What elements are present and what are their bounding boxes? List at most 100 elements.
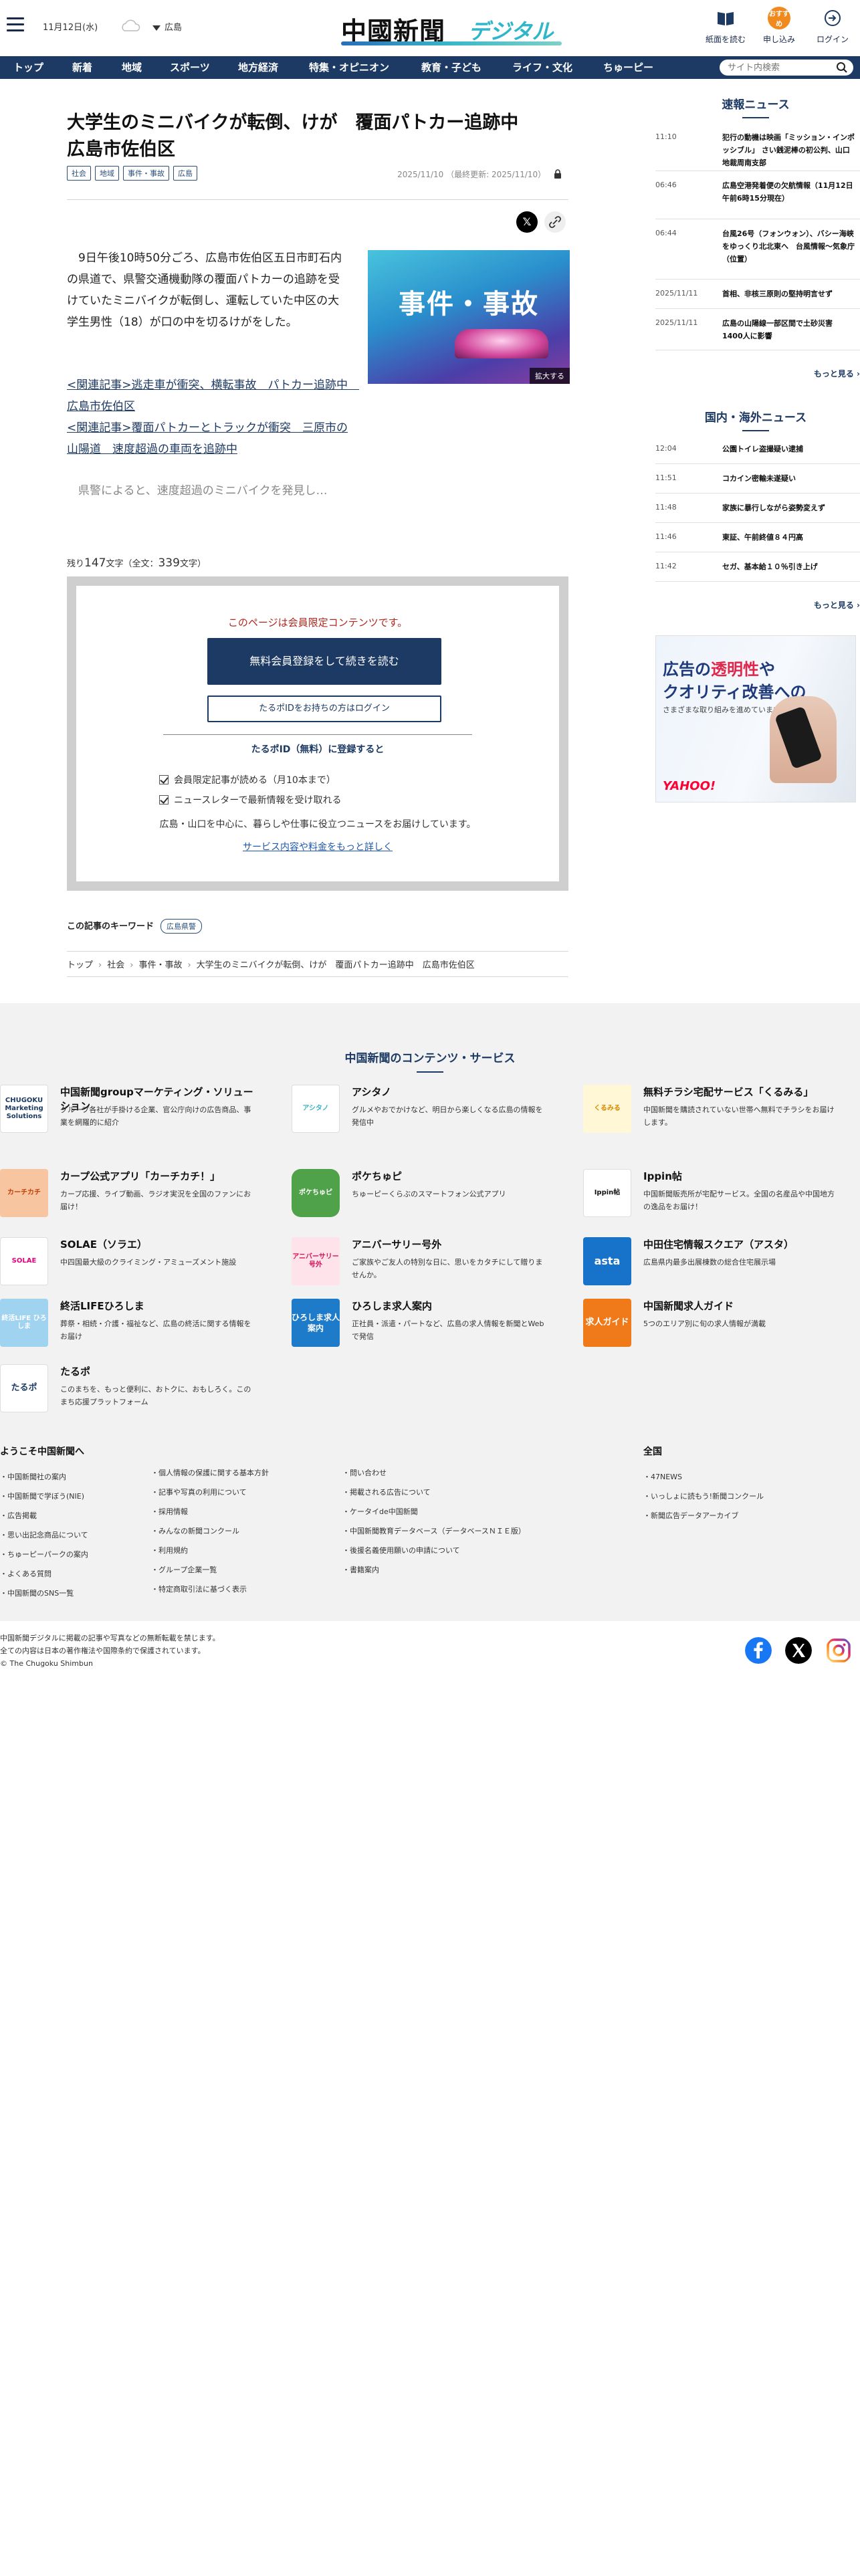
news-item[interactable]: 2025/11/11 首相、非核三原則の堅持明言せず	[655, 280, 860, 309]
news-item[interactable]: 2025/11/11 広島の山陽線一部区間で土砂災害 1400人に影響	[655, 309, 860, 350]
article-photo[interactable]: 事件・事故 拡大する	[368, 250, 570, 384]
breadcrumb-current: 大学生のミニバイクが転倒、けが 覆面パトカー追跡中 広島市佐伯区	[196, 960, 475, 970]
divider	[67, 199, 568, 200]
news-item[interactable]: 11:46 東証、午前終値８４円高	[655, 523, 860, 552]
footer-link[interactable]: 利用規約	[151, 1541, 269, 1560]
paywall-panel: このページは会員限定コンテンツです。 無料会員登録をして続きを読む たるポIDを…	[76, 586, 559, 881]
facebook-icon[interactable]	[745, 1637, 772, 1664]
keyword-tag[interactable]: 広島県警	[160, 919, 203, 934]
footer-link[interactable]: 掲載される広告について	[342, 1483, 526, 1502]
nav-item-top[interactable]: トップ	[13, 56, 43, 79]
footer-link[interactable]: 採用情報	[151, 1502, 269, 1521]
cloud-icon	[122, 19, 140, 31]
paywall: このページは会員限定コンテンツです。 無料会員登録をして続きを読む たるポIDを…	[67, 576, 568, 891]
footer-link[interactable]: 問い合わせ	[342, 1463, 526, 1483]
footer-link[interactable]: 個人情報の保護に関する基本方針	[151, 1463, 269, 1483]
footer-link[interactable]: 中国新聞で学ぼう(NIE)	[0, 1487, 88, 1506]
login-button[interactable]: ログイン	[809, 7, 856, 48]
nav-item-economy[interactable]: 地方経済	[238, 56, 278, 79]
instagram-icon[interactable]	[825, 1637, 852, 1664]
related-link[interactable]: <関連記事>逃走車が衝突、横転事故 パトカー追跡中 広島市佐伯区	[67, 374, 359, 417]
more-breaking-link[interactable]: もっと見る ›	[814, 368, 860, 379]
subscribe-button[interactable]: おすすめ 申し込み	[756, 7, 802, 48]
service-item[interactable]: くるみる 無料チラシ宅配サービス「くるみる」 中国新聞を購読されていない世帯へ無…	[583, 1085, 837, 1145]
service-details-link[interactable]: サービス内容や料金をもっと詳しく	[76, 840, 559, 853]
fade-overlay	[67, 502, 350, 523]
footer-link[interactable]: グループ企業一覧	[151, 1560, 269, 1580]
tag-hiroshima[interactable]: 広島	[173, 166, 197, 181]
service-item[interactable]: アニバーサリー号外 アニバーサリー号外 ご家族やご友人の特別な日に、思いをカタチ…	[292, 1237, 546, 1297]
check-icon	[159, 775, 169, 784]
x-icon[interactable]	[785, 1637, 812, 1664]
ad-banner[interactable]: 広告の透明性や クオリティ改善への さまざまな取り組みを進めています。 YAHO…	[655, 635, 856, 802]
footer-link[interactable]: 中国新聞社の案内	[0, 1467, 88, 1487]
footer-link[interactable]: よくある質問	[0, 1564, 88, 1584]
region-selector[interactable]: 広島	[152, 20, 182, 33]
site-logo[interactable]: 中國新聞 デジタル	[341, 8, 562, 46]
tag-incident[interactable]: 事件・事故	[123, 166, 169, 181]
search-icon[interactable]	[836, 62, 848, 74]
breadcrumb-item[interactable]: 事件・事故	[138, 960, 182, 970]
news-item[interactable]: 11:42 セガ、基本給１０％引き上げ	[655, 552, 860, 582]
news-item[interactable]: 11:10 犯行の動機は映画「ミッション・インポッシブル」 さい銭泥棒の初公判、山…	[655, 123, 860, 171]
service-item[interactable]: カーチカチ カープ公式アプリ「カーチカチ！」 カープ応援、ライブ動画、ラジオ実況…	[0, 1169, 254, 1229]
service-item[interactable]: たるポ たるポ このまちを、もっと便利に、おトクに、おもしろく。このまち応援プラ…	[0, 1364, 254, 1424]
news-item[interactable]: 12:04 公園トイレ盗撮疑い逮捕	[655, 435, 860, 464]
header-date: 11月12日(水)	[43, 23, 98, 33]
tag-society[interactable]: 社会	[67, 166, 91, 181]
nav-item-education[interactable]: 教育・子ども	[421, 56, 481, 79]
news-item[interactable]: 11:48 家族に暴行しながら姿勢変えず	[655, 494, 860, 523]
link-copy-icon[interactable]	[544, 211, 566, 233]
footer-link[interactable]: 中国新聞教育データベース（データベースＮＩＥ版）	[342, 1521, 526, 1541]
search-input[interactable]	[720, 60, 827, 76]
nav-item-new[interactable]: 新着	[72, 56, 92, 79]
footer-link[interactable]: 新聞広告データアーカイブ	[643, 1506, 764, 1525]
service-item[interactable]: SOLAE SOLAE（ソラエ） 中四国最大級のクライミング・アミューズメント施…	[0, 1237, 254, 1297]
read-paper-button[interactable]: 紙面を読む	[702, 7, 749, 48]
nav-item-sports[interactable]: スポーツ	[170, 56, 210, 79]
enlarge-button[interactable]: 拡大する	[530, 368, 570, 384]
article-teaser: 県警によると、速度超過のミニバイクを発見し…	[78, 484, 328, 498]
news-item[interactable]: 06:46 広島空港発着便の欠航情報（11月12日午前6時15分現在）	[655, 171, 860, 219]
service-item[interactable]: 求人ガイド 中国新聞求人ガイド 5つのエリア別に旬の求人情報が満載	[583, 1299, 837, 1359]
footer-link[interactable]: みんなの新聞コンクール	[151, 1521, 269, 1541]
footer-link[interactable]: 中国新聞のSNS一覧	[0, 1584, 88, 1603]
service-item[interactable]: ひろしま求人案内 ひろしま求人案内 正社員・派遣・パートなど、広島の求人情報を新…	[292, 1299, 546, 1359]
footer-link[interactable]: 広告掲載	[0, 1506, 88, 1525]
service-item[interactable]: Ippin帖 Ippin帖 中国新聞販売所が宅配サービス。全国の名産品や中国地方…	[583, 1169, 837, 1229]
footer-link[interactable]: 特定商取引法に基づく表示	[151, 1580, 269, 1599]
footer-link[interactable]: 書籍案内	[342, 1560, 526, 1580]
breadcrumb-item[interactable]: トップ	[67, 960, 93, 970]
menu-icon[interactable]	[7, 17, 24, 32]
nav-item-region[interactable]: 地域	[122, 56, 142, 79]
related-link[interactable]: <関連記事>覆面パトカーとトラックが衝突 三原市の山陽道 速度超過の車両を追跡中	[67, 417, 350, 460]
nav-item-life[interactable]: ライフ・文化	[512, 56, 572, 79]
service-item[interactable]: ポケちゅピ ポケちゅピ ちゅーピーくらぶのスマートフォン公式アプリ	[292, 1169, 546, 1229]
taropo-login-button[interactable]: たるポIDをお持ちの方はログイン	[207, 695, 441, 722]
footer-welcome: ようこそ中国新聞へ 中国新聞社の案内 中国新聞で学ぼう(NIE) 広告掲載 思い…	[0, 1444, 88, 1603]
service-item[interactable]: アシタノ アシタノ グルメやおでかけなど、明日から楽しくなる広島の情報を発信中	[292, 1085, 546, 1145]
footer-link[interactable]: ちゅーピーパークの案内	[0, 1545, 88, 1564]
nav-item-chupy[interactable]: ちゅーピー	[603, 56, 653, 79]
service-item[interactable]: 終活LIFE ひろしま 終活LIFEひろしま 葬祭・相続・介護・福祉など、広島の…	[0, 1299, 254, 1359]
news-item[interactable]: 11:51 コカイン密輸未遂疑い	[655, 464, 860, 494]
service-item[interactable]: CHUGOKU Marketing Solutions 中国新聞groupマーケ…	[0, 1085, 254, 1145]
news-item[interactable]: 06:44 台風26号（フォンウォン）、バシー海峡をゆっくり北北東へ 台風情報～気…	[655, 219, 860, 280]
x-share-icon[interactable]: 𝕏	[516, 211, 538, 233]
benefit-item: 会員限定記事が読める（月10本まで）	[159, 770, 341, 790]
footer-link[interactable]: 後援名義使用願いの申請について	[342, 1541, 526, 1560]
service-item[interactable]: asta 中田住宅情報スクエア（アスタ） 広島県内最多出展棟数の総合住宅展示場	[583, 1237, 837, 1297]
member-only-note: このページは会員限定コンテンツです。	[227, 617, 408, 629]
divider	[67, 976, 568, 977]
register-button[interactable]: 無料会員登録をして続きを読む	[207, 638, 441, 685]
benefit-item: ニュースレターで最新情報を受け取れる	[159, 790, 341, 811]
footer-link[interactable]: 47NEWS	[643, 1467, 764, 1487]
tag-region[interactable]: 地域	[95, 166, 119, 181]
footer-link[interactable]: いっしょに読もう!新聞コンクール	[643, 1487, 764, 1506]
footer-link[interactable]: 記事や写真の利用について	[151, 1483, 269, 1502]
nav-item-opinion[interactable]: 特集・オピニオン	[309, 56, 389, 79]
more-world-link[interactable]: もっと見る ›	[814, 599, 860, 611]
footer-link[interactable]: 思い出記念商品について	[0, 1525, 88, 1545]
footer-link[interactable]: ケータイde中国新聞	[342, 1502, 526, 1521]
breadcrumb-item[interactable]: 社会	[107, 960, 124, 970]
